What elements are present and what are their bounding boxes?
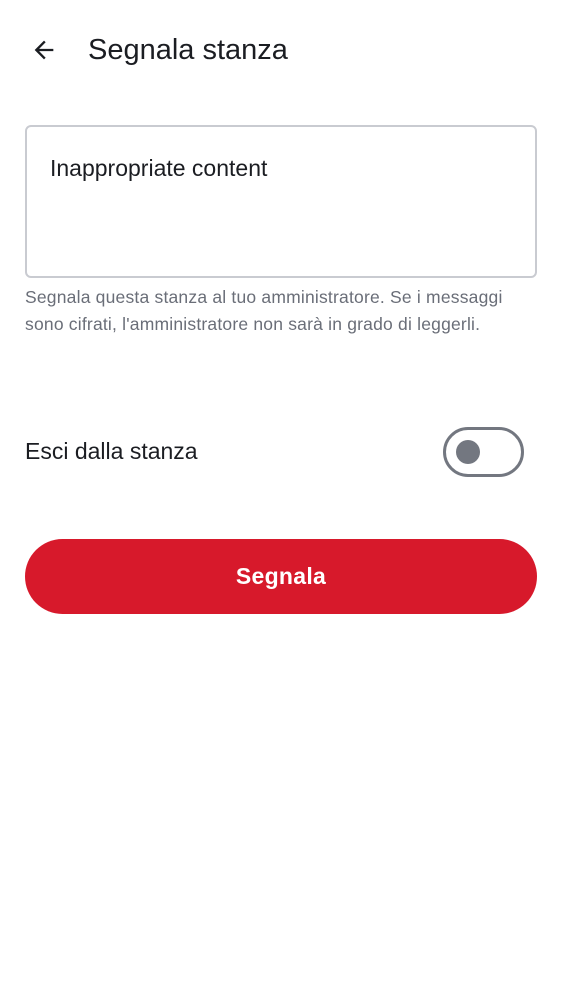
top-app-bar: Segnala stanza [0,0,562,100]
back-button[interactable] [24,30,64,70]
reason-helper-text: Segnala questa stanza al tuo amministrat… [25,287,503,334]
arrow-left-icon [34,40,54,60]
report-button[interactable]: Segnala [25,539,537,614]
toggle-thumb [456,440,480,464]
reason-field[interactable] [25,125,537,278]
reason-input[interactable] [27,127,535,276]
report-button-label: Segnala [235,563,327,589]
leave-room-label: Esci dalla stanza [25,438,198,464]
leave-room-toggle[interactable] [443,427,524,477]
leave-room-row[interactable]: Esci dalla stanza [25,420,537,482]
page-title: Segnala stanza [88,34,288,66]
